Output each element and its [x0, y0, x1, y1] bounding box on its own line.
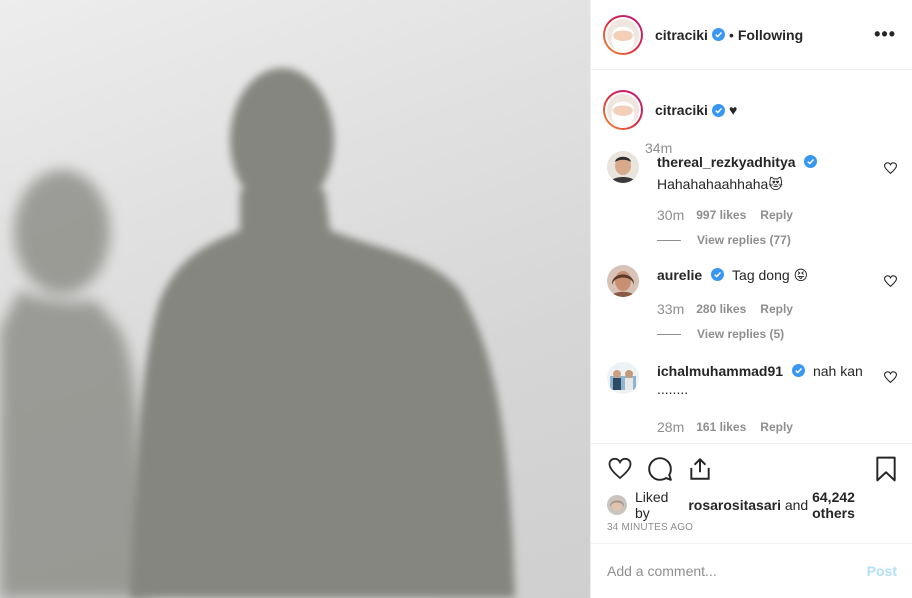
verified-badge-icon: [711, 103, 725, 117]
verified-badge-icon: [710, 268, 724, 281]
commenter-avatar-image: [607, 265, 639, 297]
comment-time[interactable]: 28m: [657, 419, 684, 435]
author-avatar[interactable]: [603, 14, 643, 55]
caption-text: ♥: [728, 102, 738, 118]
like-comment-heart-icon[interactable]: [884, 371, 897, 384]
liker-avatar[interactable]: [607, 495, 627, 515]
author-avatar-image: [607, 18, 639, 51]
like-comment-heart-icon[interactable]: [884, 275, 897, 288]
add-comment-input[interactable]: [607, 563, 867, 579]
comment-username[interactable]: aurelie: [657, 267, 702, 283]
comment-text: Hahahahaahhaha😻: [657, 176, 783, 192]
commenter-avatar-image: [607, 362, 639, 394]
reply-button[interactable]: Reply: [760, 302, 793, 316]
reply-button[interactable]: Reply: [760, 420, 793, 434]
post-side-panel: citraciki • Following ••• citraciki ♥ 34…: [590, 0, 912, 598]
liked-by-others[interactable]: 64,242 others: [812, 489, 897, 521]
comments-list[interactable]: citraciki ♥ 34m thereal_rezkyadhitya Hah…: [591, 71, 912, 443]
comment-likes[interactable]: 997 likes: [696, 208, 746, 222]
post-header: citraciki • Following •••: [591, 0, 912, 70]
replies-line: [657, 333, 681, 335]
add-comment-bar: Post: [591, 543, 912, 598]
comment-meta: 33m 280 likes Reply: [657, 301, 808, 317]
comment-likes[interactable]: 280 likes: [696, 302, 746, 316]
post-photo[interactable]: [0, 0, 590, 598]
comment-username[interactable]: thereal_rezkyadhitya: [657, 154, 796, 170]
liker-avatar-image: [607, 495, 627, 515]
caption-avatar-image: [607, 94, 639, 126]
comment-item: thereal_rezkyadhitya Hahahahaahhaha😻 30m…: [657, 154, 817, 247]
post-comment-button[interactable]: Post: [867, 563, 897, 579]
comment-item: aurelie Tag dong 😝 33m 280 likes Reply V…: [657, 267, 808, 341]
liked-by-and: and: [784, 497, 809, 513]
commenter-avatar[interactable]: [607, 151, 639, 183]
action-icons-row: [591, 444, 912, 494]
caption: citraciki ♥ 34m: [603, 90, 737, 156]
verified-badge-icon: [711, 28, 725, 41]
comment-meta: 30m 997 likes Reply: [657, 207, 817, 223]
view-replies-button[interactable]: View replies (77): [657, 233, 817, 247]
comment-meta: 28m 161 likes Reply: [657, 419, 877, 435]
replies-line: [657, 239, 681, 241]
following-button[interactable]: Following: [738, 27, 803, 43]
commenter-avatar-image: [607, 151, 639, 183]
share-icon[interactable]: [687, 456, 713, 482]
comment-item: ichalmuhammad91 nah kan ........ 28m 161…: [657, 363, 877, 435]
save-bookmark-icon[interactable]: [875, 456, 897, 482]
comment-text: Tag dong 😝: [732, 267, 809, 283]
verified-badge-icon: [791, 364, 805, 377]
liked-by-line: Liked by rosarositasari and 64,242 other…: [591, 489, 912, 521]
more-options-icon[interactable]: •••: [874, 24, 896, 45]
liked-by-prefix: Liked by: [635, 489, 669, 521]
view-replies-label: View replies (5): [697, 327, 785, 341]
view-replies-label: View replies (77): [697, 233, 791, 247]
caption-username[interactable]: citraciki: [655, 102, 708, 118]
commenter-avatar[interactable]: [607, 362, 639, 394]
liked-by-user[interactable]: rosarositasari: [688, 497, 781, 513]
author-username[interactable]: citraciki: [655, 27, 708, 43]
shadow-silhouettes: [0, 68, 515, 598]
comment-time[interactable]: 33m: [657, 301, 684, 317]
commenter-avatar[interactable]: [607, 265, 639, 297]
comment-bubble-icon[interactable]: [647, 456, 673, 482]
view-replies-button[interactable]: View replies (5): [657, 327, 808, 341]
verified-badge-icon: [803, 155, 817, 168]
like-heart-icon[interactable]: [607, 457, 633, 481]
like-comment-heart-icon[interactable]: [884, 162, 897, 175]
reply-button[interactable]: Reply: [760, 208, 793, 222]
comment-likes[interactable]: 161 likes: [696, 420, 746, 434]
post-actions: Liked by rosarositasari and 64,242 other…: [591, 443, 912, 533]
comment-username[interactable]: ichalmuhammad91: [657, 363, 783, 379]
comment-time[interactable]: 30m: [657, 207, 684, 223]
separator-dot: •: [728, 26, 734, 43]
caption-avatar[interactable]: [603, 90, 643, 130]
